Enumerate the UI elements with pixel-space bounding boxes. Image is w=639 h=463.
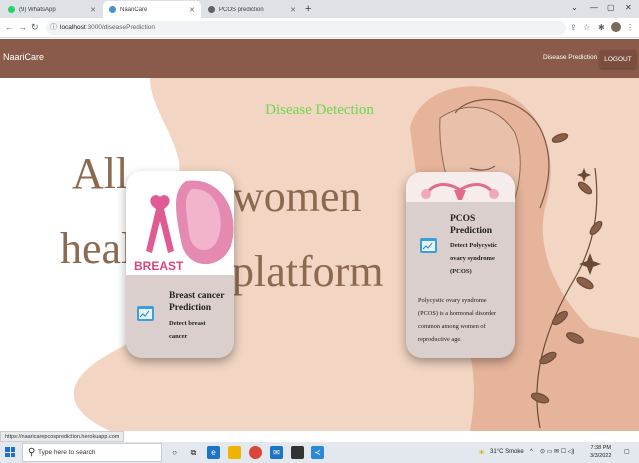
hero-bg-text: women	[232, 172, 362, 221]
page-title: Disease Detection	[265, 102, 374, 118]
task-view-icon[interactable]: ⧉	[187, 446, 200, 459]
search-icon: ⚲	[28, 447, 36, 458]
taskbar-search-input[interactable]: ⚲ Type here to search	[22, 443, 162, 462]
url-text: localhost:3000/diseasePrediction	[60, 24, 156, 31]
breast-image-text: BREAST	[134, 259, 184, 273]
card-subtitle: Detect Polycystic	[450, 242, 498, 249]
back-arrow-icon[interactable]: ←	[5, 21, 14, 34]
breast-cancer-image: BREAST	[126, 171, 234, 275]
brand-logo-text[interactable]: NaariCare	[3, 52, 44, 62]
card-subtitle: Detect breast	[169, 320, 206, 327]
profile-avatar[interactable]	[611, 22, 621, 32]
star-icon[interactable]: ☆	[583, 21, 590, 34]
pcos-image	[406, 172, 515, 202]
chevron-down-icon[interactable]: ⌄	[571, 1, 578, 15]
chart-icon	[137, 306, 154, 321]
card-subtitle: cancer	[169, 333, 188, 340]
card-title: Prediction	[169, 303, 212, 313]
close-icon[interactable]: ✕	[290, 6, 296, 14]
vscode-icon[interactable]: ≺	[311, 446, 324, 459]
chrome-icon[interactable]	[249, 446, 262, 459]
tab-title: (9) WhatsApp	[19, 6, 56, 13]
tray-chevron-icon[interactable]: ^	[530, 442, 533, 463]
url-bar[interactable]: ⓘ localhost:3000/diseasePrediction	[46, 21, 566, 35]
card-title: PCOS	[450, 214, 476, 224]
close-icon[interactable]: ✕	[189, 6, 195, 14]
cortana-icon[interactable]: ○	[168, 446, 181, 459]
chart-icon	[420, 238, 437, 253]
hero-bg-text: platform	[232, 247, 384, 296]
browser-tab-strip: (9) WhatsApp ✕ NaariCare ✕ PCOS predicti…	[0, 0, 639, 18]
card-description-line: (PCOS) is a hormonal disorder	[418, 310, 497, 317]
hero-bg-text: All	[72, 149, 129, 198]
tab-pcos-prediction[interactable]: PCOS prediction ✕	[202, 1, 302, 18]
weather-text[interactable]: 31°C Smoke	[490, 442, 524, 463]
taskbar-clock[interactable]: 7:38 PM 3/3/2022	[590, 444, 611, 460]
hero-section: Disease Detection All healt women platfo…	[0, 78, 639, 431]
nav-disease-prediction[interactable]: Disease Prediction	[543, 54, 597, 61]
clock-date: 3/3/2022	[590, 453, 612, 459]
tray-icons[interactable]: ⊙ ▭ ✉ ☐ ◁)	[540, 442, 574, 463]
app-navbar: NaariCare Disease Prediction LOGOUT	[0, 39, 639, 78]
address-toolbar: ← → ↻ ⓘ localhost:3000/diseasePrediction…	[0, 18, 639, 38]
site-icon	[109, 6, 116, 13]
menu-dots-icon[interactable]: ⋮	[626, 21, 634, 34]
plus-icon[interactable]: +	[305, 2, 311, 16]
globe-icon	[208, 6, 215, 13]
windows-taskbar: ⚲ Type here to search ○ ⧉ e ✉ ≺ ☀ 31°C S…	[0, 442, 639, 463]
extensions-icon[interactable]: ✱	[598, 21, 605, 34]
notification-icon[interactable]: ▢	[624, 442, 630, 463]
pcos-card[interactable]: PCOS Prediction Detect Polycystic ovary …	[406, 172, 515, 358]
file-explorer-icon[interactable]	[228, 446, 241, 459]
card-description-line: common among women of	[418, 323, 486, 330]
whatsapp-icon	[8, 6, 15, 13]
mail-icon[interactable]: ✉	[270, 446, 283, 459]
breast-cancer-card[interactable]: BREAST Breast cancer Prediction Detect b…	[126, 171, 234, 358]
terminal-icon[interactable]	[291, 446, 304, 459]
card-description-line: reproductive age.	[418, 336, 462, 343]
windows-start-icon[interactable]	[5, 447, 15, 457]
maximize-icon[interactable]: ▢	[607, 1, 615, 15]
tab-title: PCOS prediction	[219, 6, 264, 13]
close-icon[interactable]: ✕	[90, 6, 96, 14]
status-url-tooltip: https://naaricarepcosprediction.herokuap…	[0, 431, 125, 442]
close-window-icon[interactable]: ✕	[625, 1, 632, 15]
card-title: Prediction	[450, 226, 493, 236]
minimize-icon[interactable]: —	[590, 1, 598, 15]
forward-arrow-icon[interactable]: →	[18, 21, 27, 34]
weather-sun-icon: ☀	[478, 448, 486, 457]
card-subtitle: (PCOS)	[450, 268, 472, 275]
tab-whatsapp[interactable]: (9) WhatsApp ✕	[2, 1, 102, 18]
card-title: Breast cancer	[169, 291, 225, 301]
info-icon[interactable]: ⓘ	[50, 22, 57, 34]
clock-time: 7:38 PM	[590, 445, 611, 451]
logout-button[interactable]: LOGOUT	[600, 50, 636, 68]
tab-title: NaariCare	[120, 6, 148, 13]
reload-icon[interactable]: ↻	[31, 21, 39, 34]
tab-naaricare[interactable]: NaariCare ✕	[103, 1, 201, 18]
search-placeholder: Type here to search	[38, 449, 96, 456]
card-subtitle: ovary syndrome	[450, 255, 495, 262]
share-icon[interactable]: ⇪	[570, 21, 577, 34]
edge-icon[interactable]: e	[207, 446, 220, 459]
card-description-line: Polycystic ovary syndrome	[418, 297, 487, 304]
